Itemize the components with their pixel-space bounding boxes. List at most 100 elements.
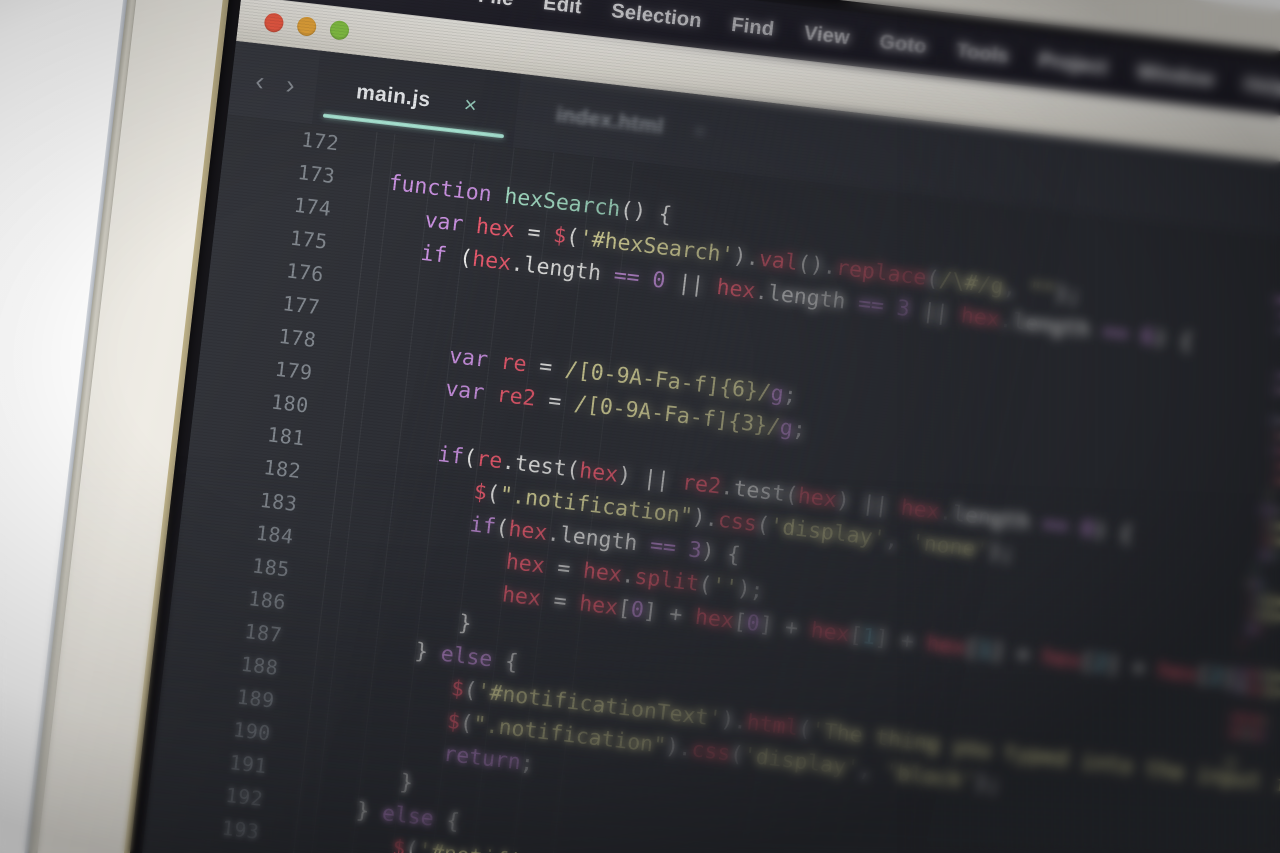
menu-item-help[interactable]: Help — [1243, 73, 1280, 101]
code-token: = — [525, 352, 567, 382]
code-token: hex — [577, 458, 620, 488]
code-token: ; — [782, 382, 798, 409]
minimap-line — [1273, 523, 1280, 532]
code-token: hex — [1040, 644, 1083, 675]
code-token: re — [499, 349, 528, 378]
code-token: } — [398, 769, 415, 797]
code-token: ); — [736, 576, 765, 605]
code-token: else — [439, 641, 494, 673]
minimap-line — [1263, 522, 1268, 528]
code-token: hex — [474, 213, 517, 244]
minimap-line — [1243, 731, 1249, 737]
code-token: .test( — [719, 474, 800, 509]
menu-item-project[interactable]: Project — [1037, 49, 1109, 80]
minimap-line — [1246, 626, 1257, 633]
minimap-line — [1258, 612, 1280, 620]
code-token: ). — [664, 734, 694, 762]
code-token: css — [716, 507, 759, 537]
minimap-line — [1260, 506, 1265, 513]
code-content[interactable]: 172 173 function hexSearch() {174 var hex =… — [124, 114, 1280, 853]
nav-back-icon[interactable]: ‹ — [254, 65, 266, 97]
menu-item-window[interactable]: Window — [1136, 60, 1216, 92]
code-token: { — [432, 806, 461, 835]
minimap-line — [1265, 507, 1273, 514]
code-token: (). — [796, 251, 838, 281]
minimap-line — [1276, 418, 1280, 424]
code-token: hex — [504, 549, 547, 579]
code-token: ) { — [1092, 517, 1134, 548]
minimize-window-button[interactable] — [296, 15, 318, 37]
code-token: = — [534, 386, 576, 417]
code-token: = — [539, 586, 581, 617]
code-token: .test( — [500, 449, 581, 484]
code-token: () { — [618, 197, 674, 229]
code-token: /\#/g — [937, 267, 1005, 300]
code-token: ). — [731, 243, 761, 272]
code-token: } — [413, 638, 443, 667]
minimap-line — [1263, 688, 1278, 695]
code-token: ) { — [700, 538, 742, 569]
minimap-line — [1250, 732, 1260, 739]
code-token: hex — [577, 591, 620, 621]
code-token: var — [423, 207, 465, 238]
code-token: ) || — [616, 462, 684, 496]
minimap-line — [1248, 671, 1258, 678]
minimap-line — [1272, 447, 1277, 454]
code-token: == — [612, 263, 641, 291]
code-token: ] + — [1105, 652, 1160, 684]
minimap-line — [1226, 759, 1235, 766]
minimap-line — [1253, 611, 1258, 618]
code-token: html — [745, 710, 800, 742]
code-token: hex — [796, 483, 839, 513]
code-token: hex — [500, 582, 543, 612]
minimap-line — [1250, 596, 1254, 602]
zoom-window-button[interactable] — [329, 19, 351, 41]
minimap-line — [1243, 670, 1247, 677]
menu-item-selection[interactable]: Selection — [610, 0, 703, 33]
code-token: hex — [581, 558, 624, 588]
menu-item-goto[interactable]: Goto — [878, 30, 928, 58]
code-editor[interactable]: 172 173 function hexSearch() {174 var hex =… — [123, 114, 1280, 853]
minimap-line — [1272, 538, 1280, 546]
minimap-line — [1271, 417, 1275, 423]
code-token: = — [513, 218, 555, 248]
code-token: hex — [715, 274, 757, 305]
minimap-line — [1268, 522, 1273, 529]
code-token: val — [757, 246, 800, 276]
minimap-line — [1275, 463, 1280, 469]
code-token: 'none' — [909, 529, 990, 564]
code-token: ). — [691, 504, 720, 533]
code-token: ] + — [873, 625, 929, 657]
code-token: hex — [899, 495, 941, 525]
menu-item-sublime-text[interactable]: Sublime Text — [323, 0, 450, 4]
code-token: == — [1101, 319, 1130, 348]
menu-item-tools[interactable]: Tools — [955, 39, 1010, 68]
close-window-button[interactable] — [263, 11, 285, 33]
minimap-line — [1274, 387, 1280, 394]
menu-item-find[interactable]: Find — [730, 13, 775, 41]
code-token: } — [457, 610, 473, 637]
code-token: = — [543, 553, 585, 584]
menu-item-view[interactable]: View — [803, 22, 851, 50]
minimap-line — [1240, 640, 1244, 646]
tab-label: main.js — [355, 80, 432, 112]
menu-item-file[interactable]: File — [477, 0, 515, 11]
code-token: == — [1040, 511, 1070, 540]
minimap-line — [1276, 372, 1280, 379]
minimap-line — [1235, 685, 1241, 691]
code-token: , — [1002, 274, 1031, 303]
tab-close-icon[interactable]: × — [463, 92, 479, 119]
laptop-screen:  Sublime Text File Edit Selection Find … — [123, 0, 1280, 853]
code-token: ] + — [989, 638, 1044, 670]
code-token: ; — [791, 416, 808, 443]
code-token: , — [883, 526, 913, 555]
nav-forward-icon[interactable]: › — [284, 69, 296, 101]
code-token: hex — [925, 631, 967, 661]
code-token: hex — [959, 303, 1002, 333]
code-token: ] + — [758, 612, 813, 643]
minimap-line — [1265, 673, 1280, 681]
menu-item-edit[interactable]: Edit — [542, 0, 583, 19]
code-token: hex — [470, 246, 513, 276]
tab-close-icon[interactable]: × — [692, 118, 708, 145]
minimap-line — [1274, 478, 1280, 484]
